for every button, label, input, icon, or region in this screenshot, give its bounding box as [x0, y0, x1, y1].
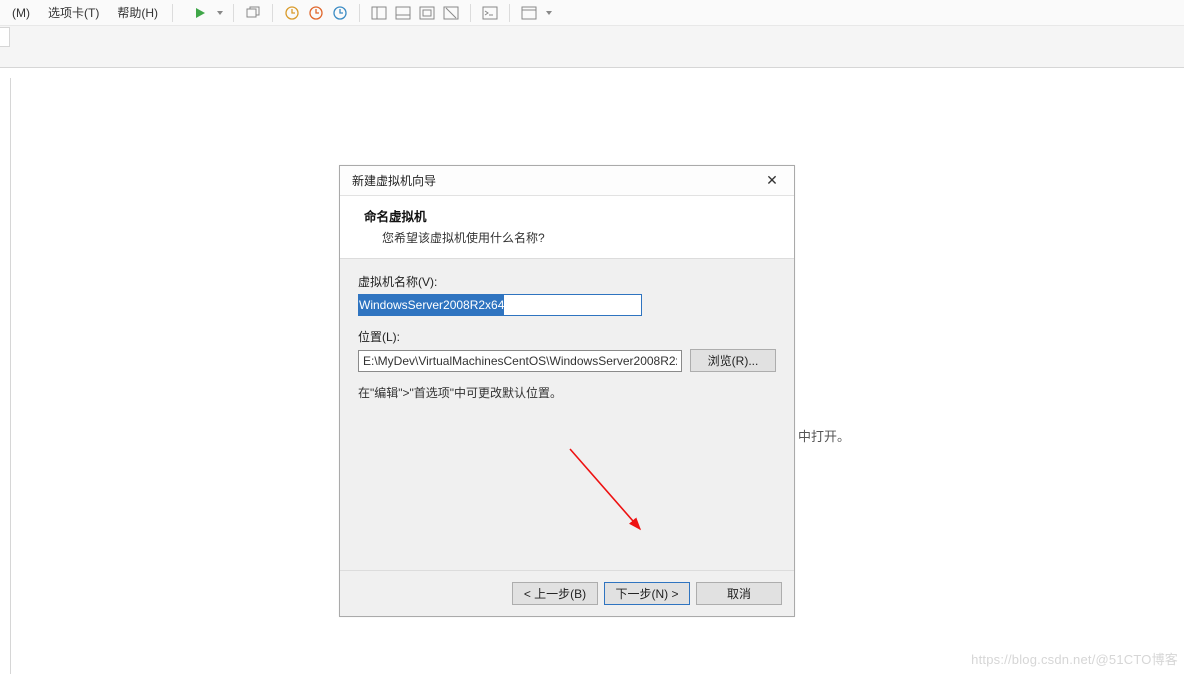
vm-name-input[interactable]: WindowsServer2008R2x64: [358, 294, 642, 316]
location-hint: 在"编辑">"首选项"中可更改默认位置。: [358, 384, 776, 401]
separator: [272, 4, 273, 22]
separator: [233, 4, 234, 22]
dropdown-caret-icon[interactable]: [217, 11, 223, 15]
toolbar: [191, 4, 552, 22]
terminal-icon[interactable]: [481, 4, 499, 22]
dialog-header-title: 命名虚拟机: [364, 206, 776, 225]
dialog-header: 命名虚拟机 您希望该虚拟机使用什么名称?: [340, 196, 794, 259]
layout-full-icon[interactable]: [418, 4, 436, 22]
dialog-footer: < 上一步(B) 下一步(N) > 取消: [340, 570, 794, 616]
new-vm-wizard-dialog: 新建虚拟机向导 ✕ 命名虚拟机 您希望该虚拟机使用什么名称? 虚拟机名称(V):…: [339, 165, 795, 617]
vm-name-label: 虚拟机名称(V):: [358, 273, 776, 290]
menu-item-m[interactable]: (M): [4, 3, 38, 23]
tabstrip: [0, 26, 1184, 68]
share-icon[interactable]: [244, 4, 262, 22]
clock-icon[interactable]: [283, 4, 301, 22]
close-icon[interactable]: ✕: [760, 169, 784, 193]
dropdown-caret-icon[interactable]: [546, 11, 552, 15]
tab-handle[interactable]: [0, 27, 10, 47]
window-icon[interactable]: [520, 4, 538, 22]
layout-sidebar-icon[interactable]: [370, 4, 388, 22]
background-open-in-text: 中打开。: [798, 426, 850, 445]
layout-none-icon[interactable]: [442, 4, 460, 22]
play-icon[interactable]: [191, 4, 209, 22]
layout-bottom-icon[interactable]: [394, 4, 412, 22]
separator: [509, 4, 510, 22]
clock-icon[interactable]: [307, 4, 325, 22]
menu-item-tabs[interactable]: 选项卡(T): [40, 1, 107, 24]
location-label: 位置(L):: [358, 328, 776, 345]
separator: [470, 4, 471, 22]
dialog-title: 新建虚拟机向导: [352, 172, 436, 189]
location-input[interactable]: [358, 350, 682, 372]
dialog-header-subtitle: 您希望该虚拟机使用什么名称?: [364, 229, 776, 246]
separator: [359, 4, 360, 22]
dialog-titlebar: 新建虚拟机向导 ✕: [340, 166, 794, 196]
back-button[interactable]: < 上一步(B): [512, 582, 598, 605]
menubar: (M) 选项卡(T) 帮助(H): [0, 0, 1184, 26]
dialog-body: 虚拟机名称(V): WindowsServer2008R2x64 位置(L): …: [340, 259, 794, 570]
browse-button[interactable]: 浏览(R)...: [690, 349, 776, 372]
cancel-button[interactable]: 取消: [696, 582, 782, 605]
vm-name-selected-text: WindowsServer2008R2x64: [359, 295, 504, 315]
clock-icon[interactable]: [331, 4, 349, 22]
menu-item-help[interactable]: 帮助(H): [109, 1, 166, 24]
watermark: https://blog.csdn.net/@51CTO博客: [971, 649, 1178, 668]
next-button[interactable]: 下一步(N) >: [604, 582, 690, 605]
separator: [172, 4, 173, 22]
